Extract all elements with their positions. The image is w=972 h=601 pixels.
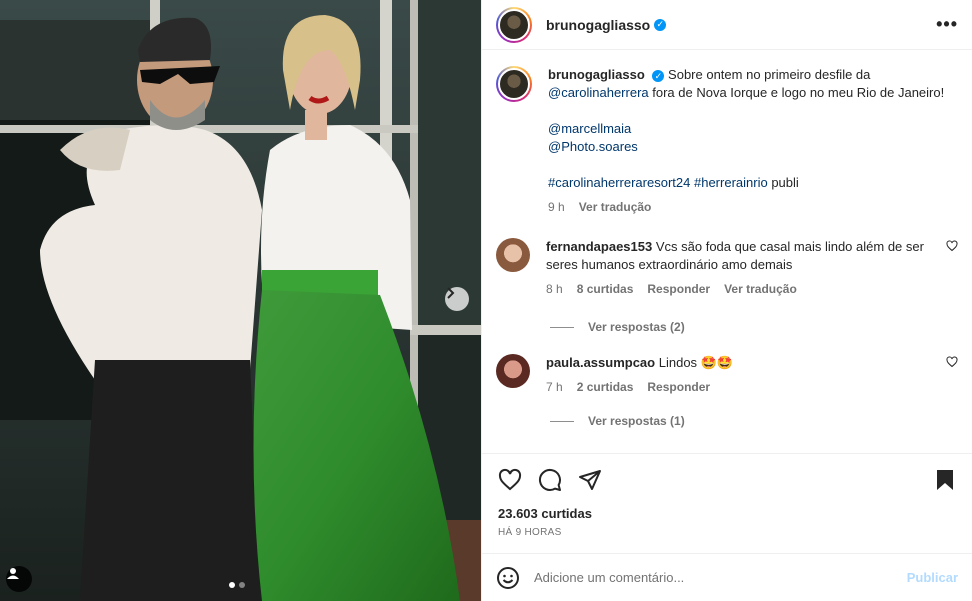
reply-button[interactable]: Responder (647, 378, 710, 396)
like-heart-icon[interactable] (498, 468, 522, 492)
tagged-users-button[interactable] (6, 566, 32, 592)
carousel-indicator (229, 582, 245, 588)
verified-badge-icon: ✓ (652, 69, 665, 82)
author-username[interactable]: brunogagliasso (546, 17, 650, 33)
comment-time: 7 h (546, 380, 563, 394)
share-send-icon[interactable] (578, 468, 602, 492)
post-actions: 23.603 curtidas HÁ 9 HORAS (482, 453, 972, 553)
caption-username[interactable]: brunogagliasso (548, 67, 645, 82)
comment-text: Lindos 🤩🤩 (658, 355, 734, 370)
add-comment-bar: Publicar (482, 553, 972, 601)
user-tag-icon (7, 568, 19, 579)
credit-link-1[interactable]: @marcellmaia (548, 120, 958, 138)
comment-bubble-icon[interactable] (538, 468, 562, 492)
more-options-icon[interactable]: ••• (936, 14, 958, 35)
next-photo-button[interactable] (445, 287, 469, 311)
view-replies-button[interactable]: Ver respostas (2) (550, 320, 958, 334)
comment-time: 8 h (546, 282, 563, 296)
emoji-icon[interactable] (496, 566, 520, 590)
post-timestamp: HÁ 9 HORAS (498, 527, 562, 538)
carousel-dot-active (229, 582, 235, 588)
comment-input[interactable] (534, 570, 893, 585)
comment-likes[interactable]: 8 curtidas (577, 280, 634, 298)
like-count[interactable]: 23.603 curtidas (498, 506, 956, 521)
comment-like-icon[interactable] (946, 356, 958, 368)
post-photo (0, 0, 481, 601)
chevron-right-icon (447, 287, 455, 299)
view-replies-button[interactable]: Ver respostas (1) (550, 414, 958, 428)
caption-text-2: fora de Nova Iorque e logo no meu Rio de… (652, 85, 945, 100)
see-translation-button[interactable]: Ver tradução (579, 198, 652, 216)
comment-likes[interactable]: 2 curtidas (577, 378, 634, 396)
hashtag-link-1[interactable]: #carolinaherreraresort24 (548, 175, 690, 190)
publish-comment-button[interactable]: Publicar (907, 570, 958, 585)
comment-item: paula.assumpcao Lindos 🤩🤩 7 h 2 curtidas… (496, 354, 958, 396)
reply-button[interactable]: Responder (647, 280, 710, 298)
comment-item: fernandapaes153 Vcs são foda que casal m… (496, 238, 958, 298)
comment-like-icon[interactable] (946, 240, 958, 252)
hashtag-link-2[interactable]: #herrerainrio (694, 175, 768, 190)
caption-time: 9 h (548, 200, 565, 214)
author-avatar[interactable] (496, 6, 532, 43)
caption-author-avatar[interactable] (496, 66, 532, 102)
commenter-avatar[interactable] (496, 354, 530, 388)
caption-tail: publi (771, 175, 799, 190)
comments-list[interactable]: brunogagliasso ✓ Sobre ontem no primeiro… (482, 50, 972, 453)
credit-link-2[interactable]: @Photo.soares (548, 138, 958, 156)
commenter-username[interactable]: paula.assumpcao (546, 355, 655, 370)
commenter-username[interactable]: fernandapaes153 (546, 239, 652, 254)
caption: brunogagliasso ✓ Sobre ontem no primeiro… (496, 66, 958, 216)
carousel-dot (239, 582, 245, 588)
post-media[interactable] (0, 0, 481, 601)
verified-badge-icon: ✓ (654, 18, 667, 31)
post-header: brunogagliasso ✓ ••• (482, 0, 972, 50)
caption-text: Sobre ontem no primeiro desfile da (668, 67, 871, 82)
mention-link[interactable]: @carolinaherrera (548, 85, 649, 100)
post-side-panel: brunogagliasso ✓ ••• brunogagliasso ✓ So… (481, 0, 972, 601)
see-translation-button[interactable]: Ver tradução (724, 280, 797, 298)
bookmark-icon[interactable] (934, 468, 956, 492)
commenter-avatar[interactable] (496, 238, 530, 272)
